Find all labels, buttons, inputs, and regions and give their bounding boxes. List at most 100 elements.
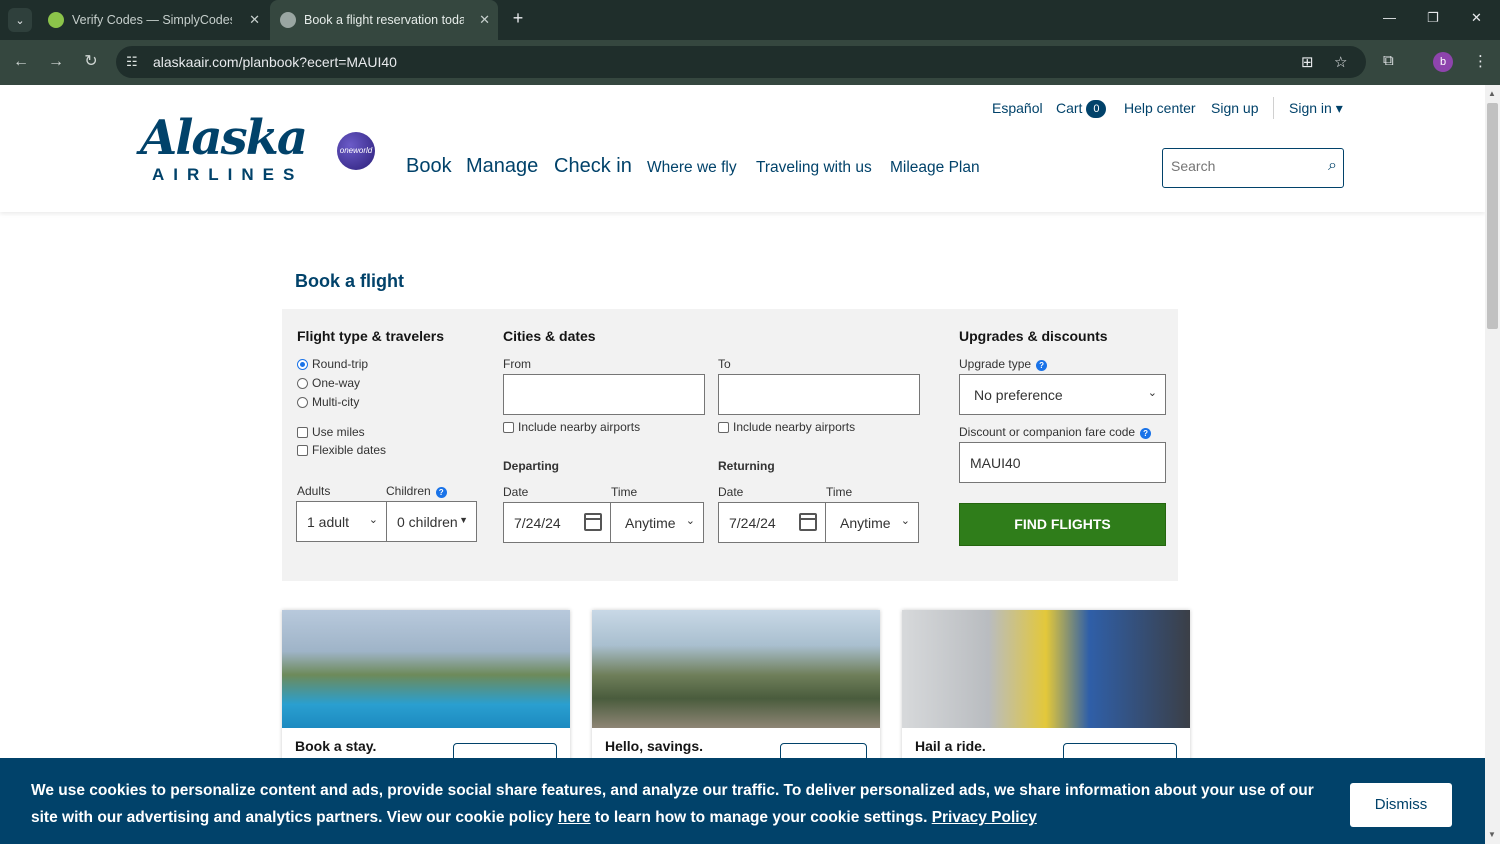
upgrade-type-value: No preference [974, 387, 1063, 403]
nav-manage[interactable]: Manage [466, 155, 538, 178]
flight-type-heading: Flight type & travelers [297, 328, 445, 344]
browser-tab-alaska[interactable]: Book a flight reservation today ✕ [270, 0, 498, 40]
from-airport-input[interactable] [503, 374, 705, 415]
resort-pool-image [282, 610, 570, 728]
cities-dates-heading: Cities & dates [503, 328, 596, 344]
site-header: Alaska AIRLINES oneworld Español Cart 0 H… [0, 85, 1485, 212]
info-icon[interactable]: ? [435, 487, 447, 498]
checkbox-label: Include nearby airports [518, 420, 641, 434]
espanol-link[interactable]: Español [992, 100, 1043, 116]
logo-wordmark: Alaska [140, 110, 308, 166]
bookmark-star-icon[interactable]: ☆ [1334, 53, 1347, 71]
children-value: 0 children [397, 514, 458, 530]
checkbox[interactable] [718, 421, 729, 433]
close-window-icon[interactable]: ✕ [1471, 10, 1482, 26]
depart-time-label: Time [611, 485, 638, 499]
page-scrollbar[interactable]: ▲ ▼ [1485, 85, 1500, 844]
back-arrow-icon[interactable]: ← [10, 51, 32, 73]
close-tab-icon[interactable]: ✕ [249, 12, 260, 28]
nav-mileage-plan[interactable]: Mileage Plan [890, 159, 980, 177]
calendar-icon[interactable] [799, 513, 817, 531]
card-title: Hello, savings. [605, 738, 704, 754]
tab-title: Book a flight reservation today [304, 13, 464, 27]
depart-time-value: Anytime [625, 515, 676, 531]
discount-code-value: MAUI40 [970, 455, 1021, 471]
children-select[interactable]: 0 children ▼ [386, 501, 477, 542]
to-airport-input[interactable] [718, 374, 920, 415]
scrollbar-thumb[interactable] [1487, 103, 1498, 329]
search-input[interactable] [1171, 158, 1311, 174]
upgrade-type-select[interactable]: No preference ⌄ [959, 374, 1166, 415]
nav-check-in[interactable]: Check in [554, 155, 632, 178]
url-text[interactable]: alaskaair.com/planbook?ecert=MAUI40 [153, 54, 397, 70]
cart-link[interactable]: Cart 0 [1056, 100, 1107, 118]
caret-down-icon: ▼ [459, 515, 468, 525]
calendar-icon[interactable] [584, 513, 602, 531]
translate-icon[interactable]: ⊞ [1301, 53, 1314, 71]
restore-icon[interactable]: ❐ [1427, 10, 1439, 26]
chevron-down-icon: ⌄ [1147, 387, 1157, 399]
forward-arrow-icon[interactable]: → [45, 51, 67, 73]
round-trip-radio[interactable]: Round-trip [297, 357, 368, 371]
site-settings-icon[interactable]: ☷ [126, 54, 138, 70]
info-icon[interactable]: ? [1140, 428, 1152, 439]
departing-label: Departing [503, 459, 560, 473]
nav-where-we-fly[interactable]: Where we fly [647, 159, 737, 177]
radio[interactable] [297, 377, 308, 389]
new-tab-plus-icon[interactable]: + [508, 8, 528, 32]
depart-date-input[interactable]: 7/24/24 [503, 502, 611, 543]
flexible-dates-checkbox[interactable]: Flexible dates [297, 443, 386, 457]
tab-title: Verify Codes — SimplyCodes [72, 13, 232, 27]
return-date-input[interactable]: 7/24/24 [718, 502, 826, 543]
search-icon[interactable]: ⌕ [1328, 157, 1337, 175]
nav-traveling-with-us[interactable]: Traveling with us [756, 159, 872, 177]
privacy-policy-link[interactable]: Privacy Policy [932, 809, 1037, 826]
tab-search-chevron-icon[interactable]: ⌄ [8, 8, 32, 32]
radio[interactable] [297, 396, 308, 408]
checkbox[interactable] [297, 426, 308, 438]
return-time-label: Time [826, 485, 853, 499]
checkbox[interactable] [297, 444, 308, 456]
utility-divider [1273, 97, 1274, 119]
adults-select[interactable]: 1 adult ⌄ [296, 501, 387, 542]
browser-menu-icon[interactable]: ⋮ [1473, 52, 1488, 70]
reload-icon[interactable]: ↻ [80, 51, 102, 73]
profile-avatar[interactable]: b [1433, 52, 1453, 72]
find-flights-button[interactable]: FIND FLIGHTS [959, 503, 1166, 546]
nav-book[interactable]: Book [406, 155, 452, 178]
checkbox[interactable] [503, 421, 514, 433]
minimize-icon[interactable]: — [1383, 10, 1396, 25]
info-icon[interactable]: ? [1036, 360, 1048, 371]
dismiss-button[interactable]: Dismiss [1350, 783, 1452, 827]
radio-selected[interactable] [297, 358, 308, 370]
discount-code-input[interactable]: MAUI40 [959, 442, 1166, 483]
cookie-text: We use cookies to personalize content an… [31, 777, 1321, 831]
from-nearby-checkbox[interactable]: Include nearby airports [503, 420, 640, 434]
url-omnibox[interactable]: ☷ alaskaair.com/planbook?ecert=MAUI40 ⊞ … [116, 46, 1366, 78]
upgrade-type-text: Upgrade type [959, 357, 1032, 371]
checkbox-label: Include nearby airports [733, 420, 856, 434]
scroll-down-arrow-icon[interactable]: ▼ [1488, 830, 1496, 839]
to-nearby-checkbox[interactable]: Include nearby airports [718, 420, 855, 434]
cookie-policy-here-link[interactable]: here [558, 809, 591, 826]
browser-tab-simplycodes[interactable]: Verify Codes — SimplyCodes ✕ [38, 0, 268, 40]
return-time-select[interactable]: Anytime ⌄ [825, 502, 919, 543]
one-way-radio[interactable]: One-way [297, 376, 360, 390]
site-search[interactable]: ⌕ [1162, 148, 1344, 188]
sign-in-dropdown[interactable]: Sign in ▾ [1289, 100, 1343, 117]
scroll-up-arrow-icon[interactable]: ▲ [1488, 89, 1496, 98]
close-tab-icon[interactable]: ✕ [479, 12, 490, 28]
extensions-puzzle-icon[interactable]: ⧉ [1383, 52, 1394, 69]
depart-date-label: Date [503, 485, 529, 499]
use-miles-checkbox[interactable]: Use miles [297, 425, 365, 439]
card-title: Book a stay. [295, 738, 377, 754]
card-title: Hail a ride. [915, 738, 986, 754]
cookie-text-part-2: to learn how to manage your cookie setti… [590, 809, 932, 826]
sign-up-link[interactable]: Sign up [1211, 100, 1258, 116]
rideshare-image [902, 610, 1190, 728]
alaska-airlines-logo[interactable]: Alaska AIRLINES [140, 113, 308, 185]
multi-city-radio[interactable]: Multi-city [297, 395, 359, 409]
flight-search-panel: Flight type & travelers Round-trip One-w… [282, 309, 1178, 581]
depart-time-select[interactable]: Anytime ⌄ [610, 502, 704, 543]
help-center-link[interactable]: Help center [1124, 100, 1196, 116]
